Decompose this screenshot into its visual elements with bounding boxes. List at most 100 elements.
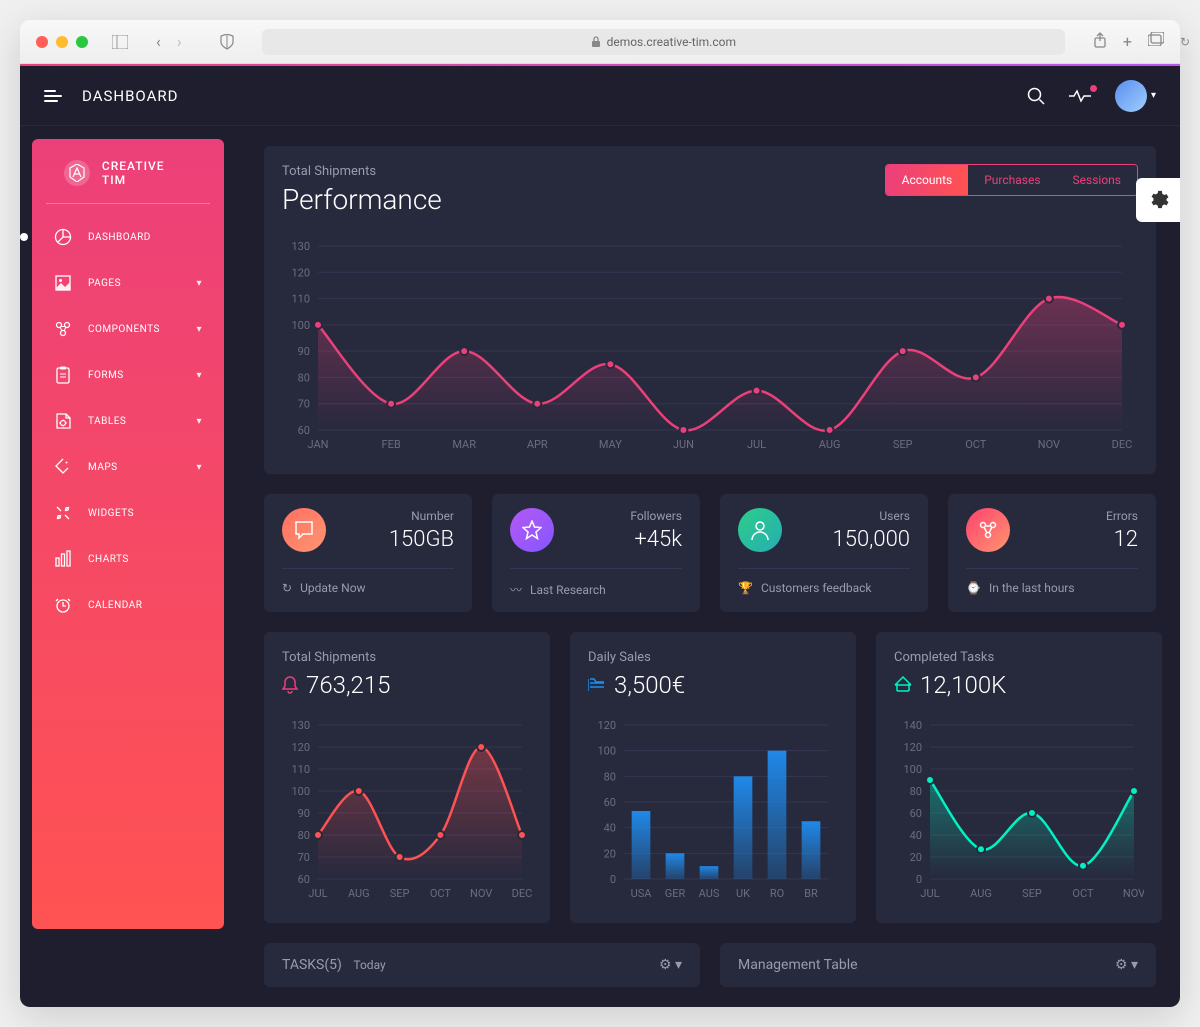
tab-sessions[interactable]: Sessions [1057,165,1137,195]
window-minimize-button[interactable] [56,36,68,48]
mini-icon [282,676,298,694]
svg-text:SEP: SEP [893,438,913,451]
mini-subtitle: Completed Tasks [894,650,1144,665]
svg-text:0: 0 [916,873,922,886]
svg-text:SEP: SEP [390,887,410,900]
new-tab-icon[interactable]: + [1123,32,1132,51]
stat-footer-icon: ⌚ [966,581,981,595]
svg-text:SEP: SEP [1022,887,1042,900]
sidebar-item-label: WIDGETS [88,508,134,519]
mini-chart: 020406080100120USAGERAUSUKROBR [588,715,838,905]
privacy-shield-icon[interactable] [220,34,234,50]
stat-footer-text: Customers feedback [761,581,872,595]
tasks-title: TASKS(5) [282,957,342,973]
mini-icon [894,676,912,694]
url-bar[interactable]: demos.creative-tim.com ↻ [262,29,1065,55]
management-table-card-header[interactable]: Management Table ⚙ ▾ [720,943,1156,987]
share-icon[interactable] [1093,32,1107,51]
stat-footer-icon: ↻ [282,581,292,595]
sidebar-item-tables[interactable]: TABLES ▾ [32,398,224,444]
stat-label: Errors [1106,509,1138,523]
sidebar-item-components[interactable]: COMPONENTS▾ [32,306,224,352]
tasks-gear-icon[interactable]: ⚙ ▾ [659,957,682,973]
svg-text:JUL: JUL [747,438,766,451]
svg-text:40: 40 [910,829,922,842]
svg-text:JUN: JUN [673,438,694,451]
stat-footer-link[interactable]: ⌚In the last hours [966,568,1138,595]
sidebar-item-label: TABLES [88,416,126,427]
forward-button[interactable]: › [177,32,182,51]
svg-text:AUG: AUG [819,438,841,451]
stat-footer-link[interactable]: 〰Last Research [510,568,682,598]
mini-value: 3,500€ [588,671,838,699]
stat-value: 150GB [389,527,454,552]
svg-text:40: 40 [604,822,616,835]
sidebar-item-calendar[interactable]: CALENDAR [32,582,224,628]
svg-text:NOV: NOV [470,887,492,900]
svg-text:JUL: JUL [920,887,939,900]
window-maximize-button[interactable] [76,36,88,48]
stat-footer-icon: 🏆 [738,581,753,595]
stat-value: +45k [630,527,682,552]
settings-gear-button[interactable] [1136,178,1180,222]
sidebar-icon [54,366,72,384]
performance-card: Total Shipments Performance AccountsPurc… [264,146,1156,474]
sidebar-item-maps[interactable]: MAPS▾ [32,444,224,490]
sidebar-item-dashboard[interactable]: DASHBOARD [32,214,224,260]
sidebar-toggle-icon[interactable] [112,35,128,49]
chevron-down-icon: ▾ [196,324,202,335]
svg-text:100: 100 [903,763,922,776]
stat-card-followers: Followers+45k〰Last Research [492,494,700,612]
user-menu-button[interactable]: ▾ [1115,80,1156,112]
chevron-down-icon: ▾ [196,370,202,381]
svg-text:100: 100 [597,745,616,758]
stat-footer-link[interactable]: 🏆 Customers feedback [738,568,910,595]
svg-text:FEB: FEB [381,438,400,451]
svg-text:DEC: DEC [512,887,532,900]
search-icon[interactable] [1027,87,1045,105]
mini-card-1: Daily Sales3,500€020406080100120USAGERAU… [570,632,856,923]
svg-text:OCT: OCT [1072,887,1094,900]
menu-toggle-button[interactable] [44,90,62,102]
brand-logo-icon [64,160,90,186]
sidebar-item-pages[interactable]: PAGES▾ [32,260,224,306]
sidebar-icon [54,320,72,338]
brand-link[interactable]: CREATIVE TIM [46,155,210,204]
svg-text:80: 80 [298,371,310,384]
svg-text:20: 20 [604,847,616,860]
sidebar-item-charts[interactable]: CHARTS [32,536,224,582]
svg-text:JUL: JUL [308,887,327,900]
mini-subtitle: Total Shipments [282,650,532,665]
mini-subtitle: Daily Sales [588,650,838,665]
management-title: Management Table [738,957,858,973]
svg-text:AUG: AUG [348,887,370,900]
management-gear-icon[interactable]: ⚙ ▾ [1115,957,1138,973]
chevron-down-icon: ▾ [196,416,202,427]
brand-text: CREATIVE TIM [102,159,192,187]
svg-text:60: 60 [910,807,922,820]
window-close-button[interactable] [36,36,48,48]
stat-icon [282,508,326,552]
stat-footer-link[interactable]: ↻Update Now [282,568,454,595]
svg-text:80: 80 [298,829,310,842]
tab-accounts[interactable]: Accounts [886,165,969,195]
svg-text:APR: APR [527,438,548,451]
svg-text:NOV: NOV [1123,887,1144,900]
svg-text:120: 120 [597,719,616,732]
svg-text:UK: UK [736,887,750,900]
sidebar-item-widgets[interactable]: WIDGETS [32,490,224,536]
sidebar-item-label: CHARTS [88,554,129,565]
tab-purchases[interactable]: Purchases [968,165,1056,195]
svg-text:MAY: MAY [599,438,622,451]
tasks-card-header[interactable]: TASKS(5) Today ⚙ ▾ [264,943,700,987]
sidebar-item-label: CALENDAR [88,600,142,611]
tabs-overview-icon[interactable] [1148,32,1164,51]
browser-toolbar: ‹ › demos.creative-tim.com ↻ + [20,20,1180,64]
svg-text:0: 0 [610,873,616,886]
notifications-icon[interactable] [1069,89,1091,103]
url-text: demos.creative-tim.com [607,35,736,49]
sidebar-item-forms[interactable]: FORMS▾ [32,352,224,398]
back-button[interactable]: ‹ [156,32,161,51]
svg-text:120: 120 [291,741,310,754]
svg-text:60: 60 [298,424,310,437]
